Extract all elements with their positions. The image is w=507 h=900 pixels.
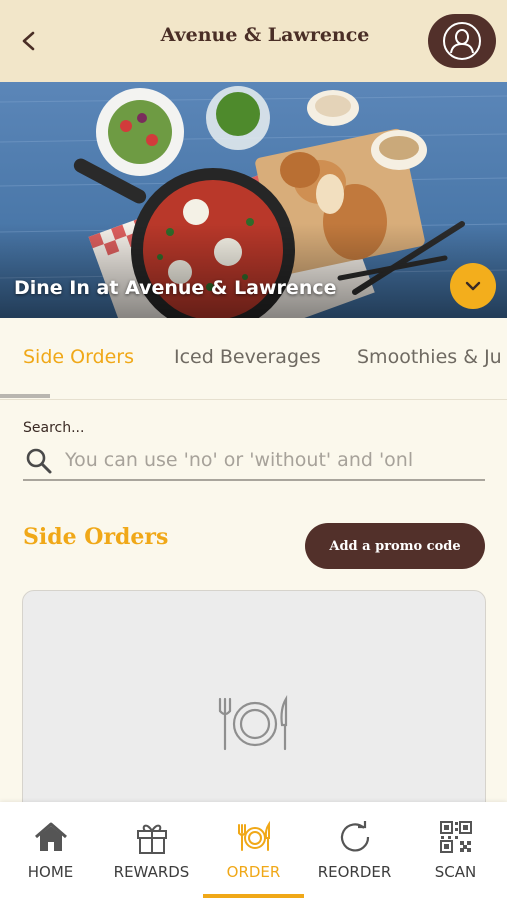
plate-utensils-icon [238, 820, 270, 851]
profile-button[interactable] [428, 14, 496, 68]
location-expand-button[interactable] [450, 263, 496, 309]
top-bar: Avenue & Lawrence [0, 0, 507, 82]
bottom-navigation: HOME REWARDS ORDER REORDER SCAN [0, 802, 507, 900]
gift-icon [137, 824, 167, 854]
search-field [23, 440, 485, 481]
add-promo-code-button[interactable]: Add a promo code [305, 523, 485, 569]
tab-side-orders[interactable]: Side Orders [23, 346, 134, 368]
nav-label: HOME [27, 863, 74, 881]
nav-rewards[interactable]: REWARDS [101, 802, 202, 900]
nav-reorder[interactable]: REORDER [304, 802, 405, 900]
refresh-icon [340, 821, 370, 852]
nav-label: ORDER [226, 863, 281, 881]
qr-code-icon [440, 821, 472, 853]
nav-home[interactable]: HOME [0, 802, 101, 900]
search-input[interactable] [65, 444, 483, 476]
tab-iced-beverages[interactable]: Iced Beverages [174, 346, 321, 368]
category-tabs: Side Orders Iced Beverages Smoothies & J… [0, 318, 507, 400]
search-icon [26, 448, 52, 474]
home-icon [35, 822, 67, 851]
plate-utensils-icon [218, 695, 288, 751]
section-title: Side Orders [23, 524, 169, 550]
nav-label: SCAN [434, 863, 477, 881]
active-nav-indicator [203, 894, 304, 898]
nav-label: REORDER [317, 863, 392, 881]
user-icon [443, 22, 481, 60]
tab-smoothies[interactable]: Smoothies & Ju [357, 346, 502, 368]
tabs-scroll-indicator [0, 394, 50, 398]
nav-label: REWARDS [113, 863, 190, 881]
location-caption: Dine In at Avenue & Lawrence [14, 277, 337, 299]
chevron-down-icon [465, 281, 481, 291]
search-label: Search... [23, 420, 85, 436]
hero-banner: Dine In at Avenue & Lawrence [0, 82, 507, 318]
nav-order[interactable]: ORDER [203, 802, 304, 900]
nav-scan[interactable]: SCAN [405, 802, 506, 900]
